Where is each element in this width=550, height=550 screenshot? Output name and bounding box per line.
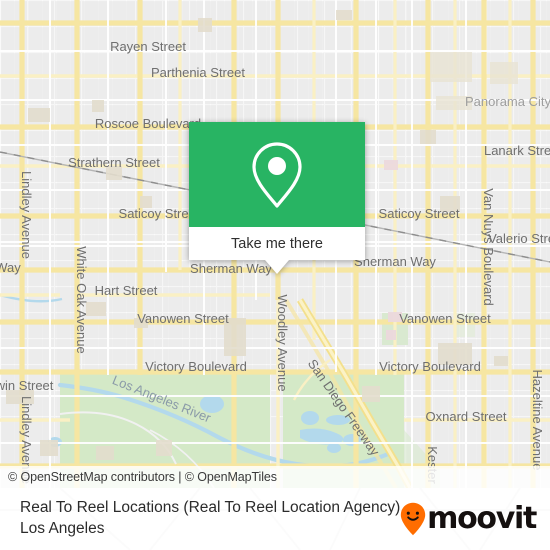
- map-label: Lindley Avenue: [19, 171, 34, 259]
- map-label: Victory Boulevard: [379, 359, 481, 374]
- map-label: Sherman Way: [190, 261, 272, 276]
- map-label: Vanowen Street: [137, 311, 229, 326]
- map-attribution: © OpenStreetMap contributors | © OpenMap…: [0, 466, 550, 488]
- map-label: Valerio Street: [488, 231, 550, 246]
- moovit-wordmark: moovit: [427, 501, 537, 536]
- map-label: Hart Street: [95, 283, 158, 298]
- take-me-there-label: Take me there: [231, 235, 323, 252]
- map-label: Erwin Street: [0, 378, 54, 393]
- moovit-logo: moovit: [400, 501, 537, 536]
- map-pin-icon: [252, 141, 302, 208]
- map-label: Saticoy Street: [379, 206, 460, 221]
- map-label: Parthenia Street: [151, 65, 245, 80]
- map-label: Roscoe Boulevard: [95, 116, 201, 131]
- popup-header: [189, 122, 365, 227]
- popup-tail: [265, 260, 289, 274]
- map-label: White Oak Avenue: [74, 246, 89, 353]
- take-me-there-button[interactable]: Take me there: [189, 227, 365, 274]
- map-label: Van Nuys Boulevard: [481, 188, 496, 306]
- map-label: Oxnard Street: [426, 409, 507, 424]
- map-label: Rayen Street: [110, 39, 186, 54]
- map-label: Lanark Street: [484, 143, 550, 158]
- caption-bar: Real To Reel Locations (Real To Reel Loc…: [0, 488, 550, 550]
- map-label: Hazeltine Avenue: [530, 370, 545, 471]
- map-label: Victory Boulevard: [145, 359, 247, 374]
- map-label: Sherman Way: [354, 254, 436, 269]
- map-screenshot: Rayen Street Parthenia Street Roscoe Boule…: [0, 0, 550, 550]
- map-label: Saticoy Street: [119, 206, 200, 221]
- map-label: Woodley Avenue: [275, 294, 290, 391]
- place-title: Real To Reel Locations (Real To Reel Loc…: [20, 499, 405, 537]
- map-label: Strathern Street: [68, 155, 160, 170]
- map-label: Panorama City: [465, 94, 550, 109]
- map-label: Vanowen Street: [399, 311, 491, 326]
- location-popup[interactable]: Take me there: [189, 122, 365, 274]
- moovit-smiley-pin-icon: [400, 502, 426, 536]
- map-label: Way: [0, 260, 21, 275]
